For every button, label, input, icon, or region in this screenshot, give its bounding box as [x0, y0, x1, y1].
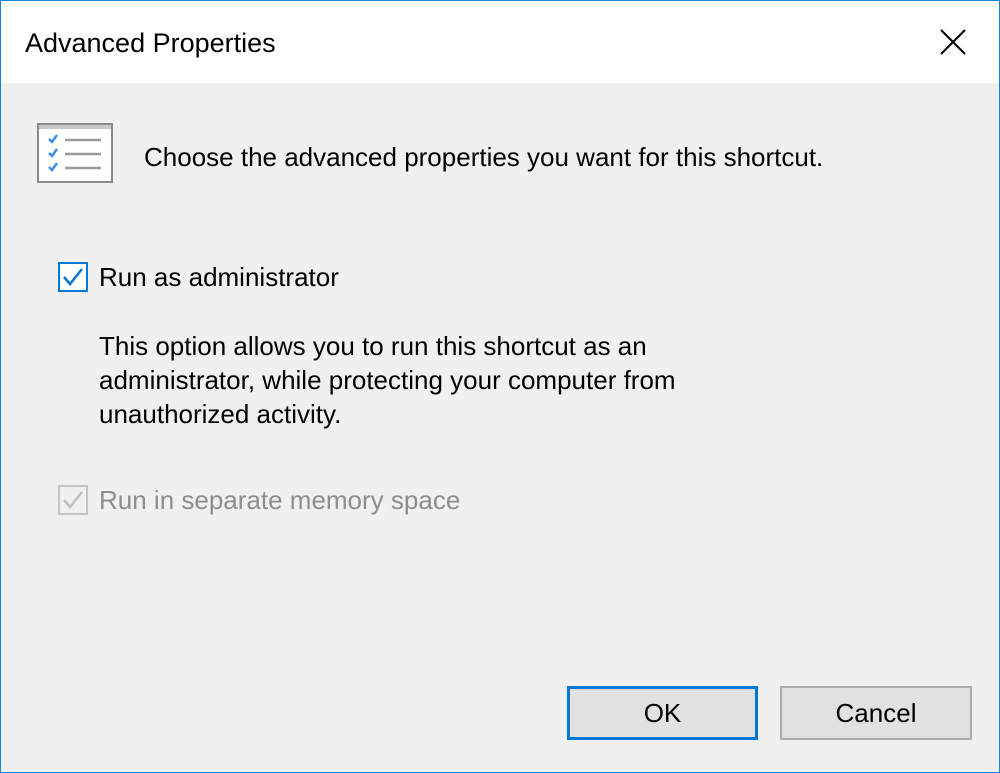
checkmark-icon — [63, 491, 83, 509]
header-description: Choose the advanced properties you want … — [144, 142, 824, 172]
description-line: This option allows you to run this short… — [99, 331, 647, 361]
dialog-title: Advanced Properties — [25, 28, 276, 58]
advanced-properties-dialog: Advanced Properties Choose the advanced … — [0, 0, 1000, 773]
close-icon — [940, 29, 966, 55]
checklist-icon — [37, 123, 113, 183]
close-button[interactable] — [907, 1, 999, 83]
separate-memory-checkbox — [58, 485, 88, 515]
run-as-admin-checkbox[interactable] — [58, 262, 88, 292]
ok-button[interactable]: OK — [567, 686, 758, 740]
description-line: unauthorized activity. — [99, 399, 342, 429]
checkmark-icon — [63, 268, 83, 286]
description-line: administrator, while protecting your com… — [99, 365, 676, 395]
run-as-admin-description: This option allows you to run this short… — [99, 329, 799, 431]
cancel-button[interactable]: Cancel — [780, 686, 972, 740]
run-as-admin-label[interactable]: Run as administrator — [99, 260, 339, 294]
title-bar: Advanced Properties — [1, 1, 999, 83]
separate-memory-label: Run in separate memory space — [99, 485, 461, 515]
